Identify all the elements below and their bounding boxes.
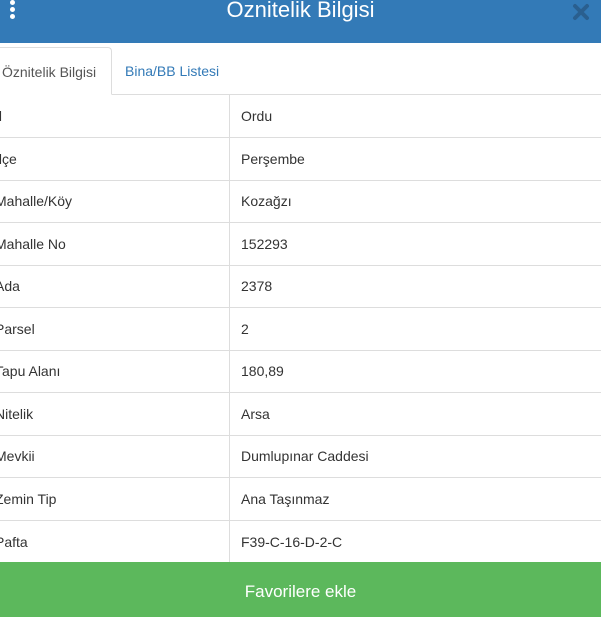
attribute-value: Ana Taşınmaz [229, 477, 601, 520]
table-row: İl Ordu [0, 95, 601, 138]
attribute-table: İl Ordu İlçePerşembeMahalle/KöyKozağzıMaha… [0, 95, 601, 563]
table-row: PaftaF39-C-16-D-2-C [0, 519, 601, 563]
table-row: Mahalle/Köy Kozağzı [0, 179, 601, 223]
attribute-key: İl [0, 95, 230, 138]
table-row: Tapu Alanı 180,89 [0, 349, 601, 393]
attribute-value: 2 [229, 307, 601, 350]
attribute-value: Ordu [241, 108, 273, 124]
attribute-value: 180,89 [229, 349, 601, 393]
attribute-key: İlçe [0, 137, 230, 180]
table-row: Parsel2 [0, 307, 601, 350]
attribute-key: Zemin Tip [0, 477, 230, 520]
table-row: NitelikArsa [0, 392, 601, 435]
attribute-key: Nitelik [0, 392, 230, 435]
attribute-value: F39-C-16-D-2-C [229, 519, 601, 563]
attribute-value: Perşembe [229, 137, 601, 180]
attribute-key: Mahalle/Köy [0, 179, 230, 223]
attribute-value: Arsa [229, 392, 601, 435]
tab-bar: Öznitelik Bilgisi Bina/BB Listesi [0, 43, 601, 95]
table-row: Ada2378 [0, 264, 601, 308]
attribute-value: 2378 [229, 264, 601, 308]
attribute-key: Parsel [0, 307, 230, 350]
attribute-value: Kozağzı [229, 179, 601, 223]
table-row: Mahalle No 152293 [0, 222, 601, 265]
attribute-key: Ada [0, 264, 230, 308]
table-row: MevkiiDumlupınar Caddesi [0, 434, 601, 478]
panel-title: Öznitelik Bilgisi [226, 0, 375, 22]
table-row: Zemin Tip Ana Taşınmaz [0, 477, 601, 520]
attribute-value: Dumlupınar Caddesi [229, 434, 601, 478]
panel-header: Öznitelik Bilgisi [0, 0, 601, 43]
tab-building-list[interactable]: Bina/BB Listesi [125, 47, 219, 95]
attribute-panel: Öznitelik Bilgisi Öznitelik Bilgisi Bina… [0, 0, 601, 617]
attribute-key: Tapu Alanı [0, 349, 230, 393]
attribute-key: Pafta [0, 519, 230, 563]
add-to-favorites-button[interactable]: Favorilere ekle [0, 562, 601, 617]
attribute-key: Mahalle No [0, 222, 230, 265]
attribute-key: Mevkii [0, 434, 230, 478]
close-icon[interactable] [571, 2, 591, 22]
attribute-value: 152293 [229, 222, 601, 265]
table-row: İlçePerşembe [0, 137, 601, 180]
tab-attributes[interactable]: Öznitelik Bilgisi [0, 47, 112, 95]
